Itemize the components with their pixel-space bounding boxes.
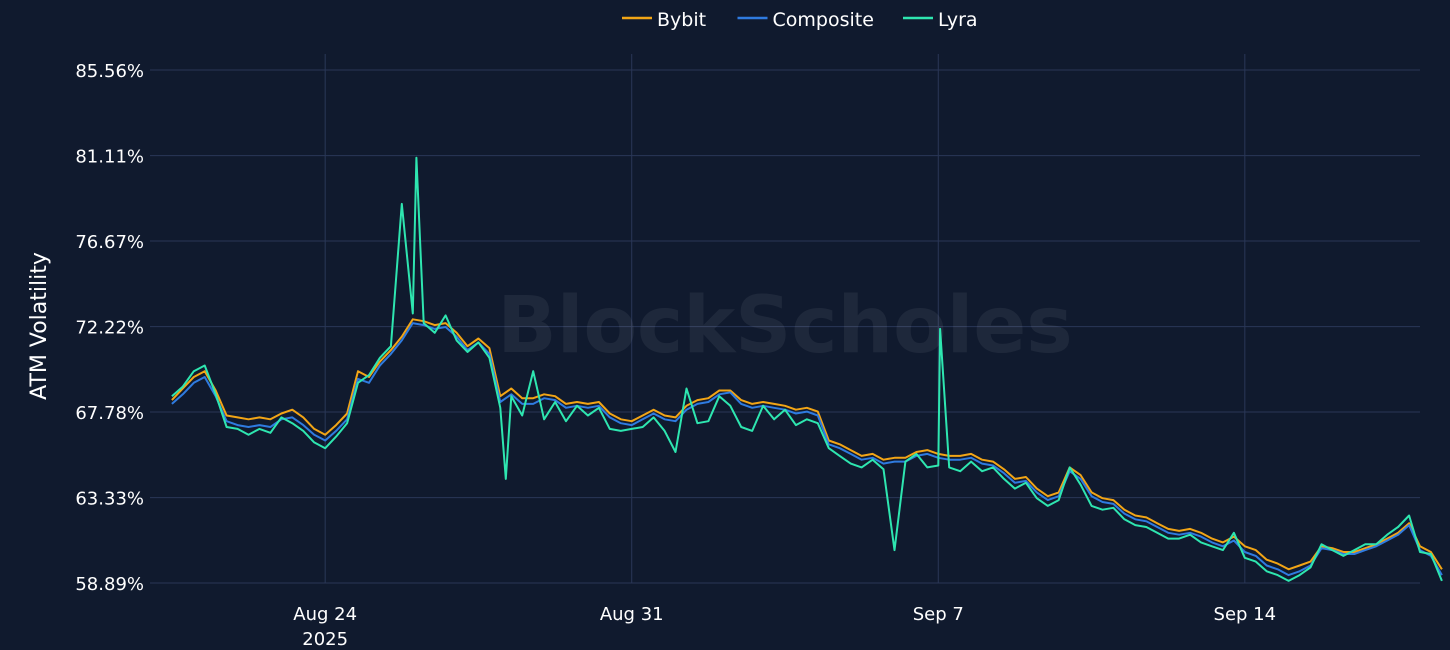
y-tick-label: 67.78%: [75, 403, 144, 424]
x-tick-label: Aug 31: [600, 604, 664, 625]
chart-root: BlockScholes 58.89% 63.33% 67.78% 72.22% 76.…: [0, 0, 1450, 650]
y-tick-label: 63.33%: [75, 489, 144, 510]
x-tick-sublabel: 2025: [302, 629, 348, 650]
y-tick-label: 72.22%: [75, 318, 144, 339]
legend-label: Bybit: [657, 9, 706, 31]
y-tick-label: 81.11%: [75, 147, 144, 168]
y-axis-title: ATM Volatility: [27, 252, 52, 400]
y-tick-label: 85.56%: [75, 61, 144, 82]
x-tick-label: Sep 7: [913, 604, 964, 625]
watermark: BlockScholes: [497, 281, 1072, 371]
legend-label: Composite: [773, 9, 874, 31]
volatility-chart: BlockScholes 58.89% 63.33% 67.78% 72.22% 76.…: [0, 0, 1450, 650]
y-tick-label: 76.67%: [75, 232, 144, 253]
x-tick-label: Sep 14: [1214, 604, 1277, 625]
x-tick-label: Aug 24: [293, 604, 357, 625]
legend-label: Lyra: [938, 9, 978, 31]
y-tick-label: 58.89%: [75, 574, 144, 595]
